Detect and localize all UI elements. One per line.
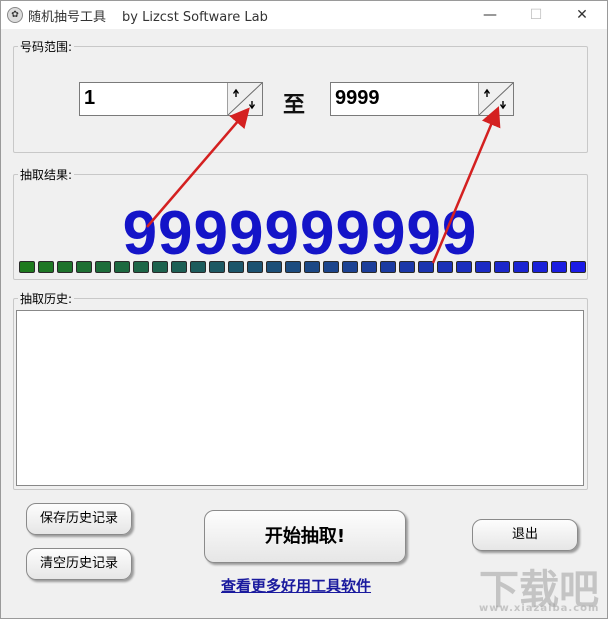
app-icon: ✿ — [7, 7, 23, 23]
led-cell — [76, 261, 92, 273]
app-window: ✿ 随机抽号工具 by Lizcst Software Lab — ☐ ✕ 号码范… — [0, 0, 608, 619]
led-cell — [570, 261, 586, 273]
start-draw-button[interactable]: 开始抽取! — [204, 510, 406, 563]
history-group-label: 抽取历史: — [18, 290, 75, 307]
clear-history-label: 清空历史记录 — [39, 556, 118, 571]
led-cell — [190, 261, 206, 273]
led-cell — [95, 261, 111, 273]
window-title: 随机抽号工具 by Lizcst Software Lab — [28, 6, 268, 25]
range-to-value[interactable]: 9999 — [335, 87, 380, 110]
range-to-label: 至 — [283, 93, 306, 118]
led-cell — [171, 261, 187, 273]
result-group: 抽取结果: 9999999999 — [13, 166, 588, 280]
range-group-label: 号码范围: — [18, 38, 75, 55]
clear-history-button[interactable]: 清空历史记录 — [26, 548, 132, 580]
history-list[interactable] — [16, 310, 584, 486]
title-bar: ✿ 随机抽号工具 by Lizcst Software Lab — ☐ ✕ — [1, 1, 607, 29]
led-cell — [380, 261, 396, 273]
maximize-button[interactable]: ☐ — [513, 1, 559, 29]
led-cell — [399, 261, 415, 273]
led-cell — [266, 261, 282, 273]
spin-arrows-icon[interactable] — [228, 83, 262, 115]
led-cell — [456, 261, 472, 273]
more-tools-link[interactable]: 查看更多好用工具软件 — [221, 575, 371, 596]
led-cell — [475, 261, 491, 273]
spin-arrows-icon[interactable] — [479, 83, 513, 115]
exit-button[interactable]: 退出 — [472, 519, 578, 551]
led-cell — [209, 261, 225, 273]
range-from-spin-buttons[interactable] — [227, 83, 262, 115]
led-cell — [513, 261, 529, 273]
led-cell — [228, 261, 244, 273]
range-from-spinbox[interactable]: 1 — [79, 82, 263, 116]
led-cell — [133, 261, 149, 273]
app-title: 随机抽号工具 — [28, 10, 107, 25]
watermark-logo: 下载吧 www.xiazaiba.com — [479, 557, 599, 617]
led-cell — [361, 261, 377, 273]
led-cell — [57, 261, 73, 273]
range-to-spinbox[interactable]: 9999 — [330, 82, 514, 116]
led-cell — [418, 261, 434, 273]
save-history-label: 保存历史记录 — [39, 511, 118, 526]
start-draw-label: 开始抽取! — [264, 526, 346, 547]
save-history-button[interactable]: 保存历史记录 — [26, 503, 132, 535]
led-cell — [114, 261, 130, 273]
led-cell — [551, 261, 567, 273]
led-cell — [19, 261, 35, 273]
led-cell — [323, 261, 339, 273]
led-cell — [304, 261, 320, 273]
led-cell — [532, 261, 548, 273]
watermark-url: www.xiazaiba.com — [479, 603, 600, 614]
led-cell — [38, 261, 54, 273]
led-cell — [285, 261, 301, 273]
progress-led-strip — [19, 261, 586, 273]
led-cell — [247, 261, 263, 273]
history-group: 抽取历史: — [13, 290, 588, 490]
result-group-label: 抽取结果: — [18, 166, 75, 183]
range-from-value[interactable]: 1 — [84, 87, 95, 110]
app-subtitle: by Lizcst Software Lab — [122, 10, 268, 25]
led-cell — [152, 261, 168, 273]
led-cell — [494, 261, 510, 273]
range-to-spin-buttons[interactable] — [478, 83, 513, 115]
result-number: 9999999999 — [122, 199, 478, 268]
minimize-button[interactable]: — — [467, 1, 513, 29]
led-cell — [437, 261, 453, 273]
exit-label: 退出 — [511, 527, 538, 542]
close-button[interactable]: ✕ — [559, 1, 605, 29]
led-cell — [342, 261, 358, 273]
